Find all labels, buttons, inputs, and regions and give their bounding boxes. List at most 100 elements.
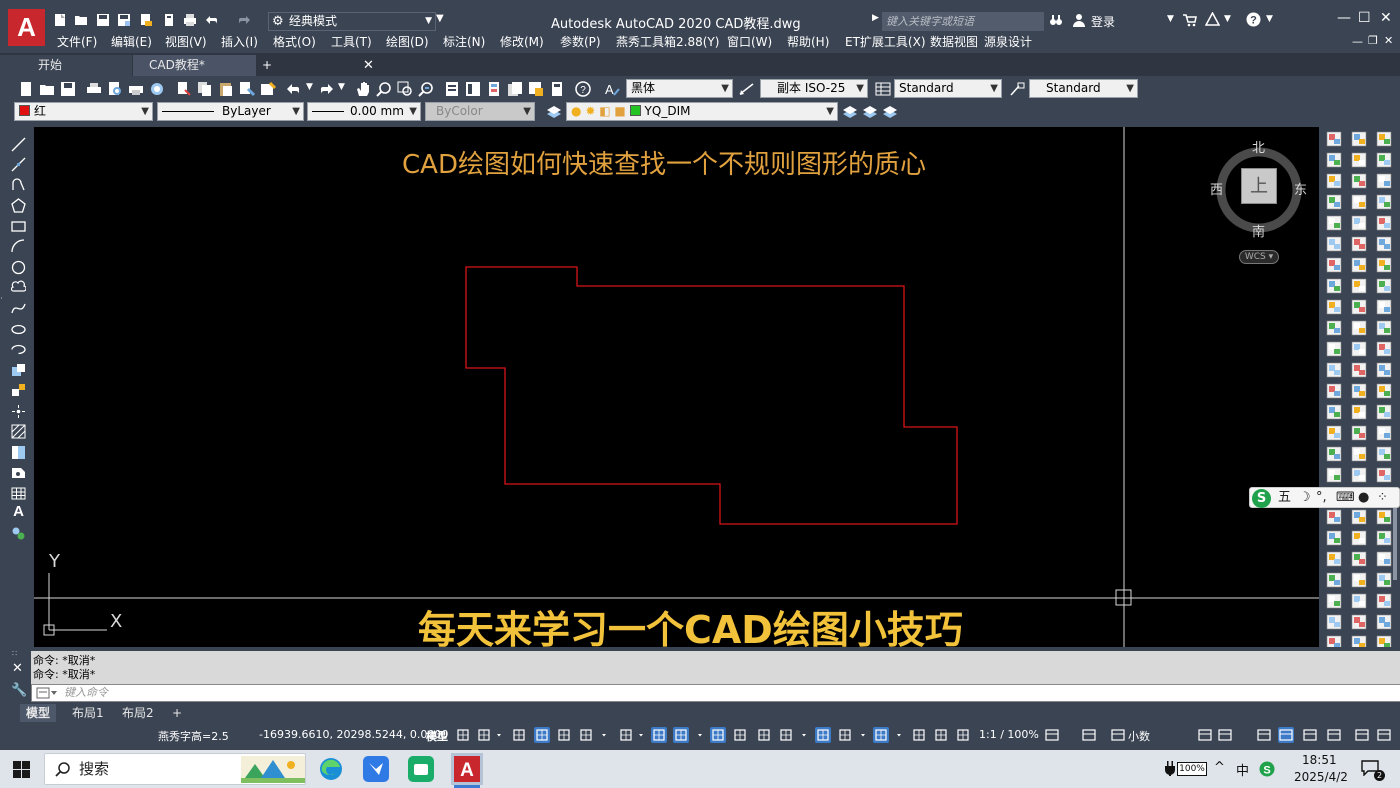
plot-icon[interactable] [139, 13, 153, 27]
save-icon[interactable] [60, 81, 76, 97]
close-window-button[interactable]: ✕ [1380, 10, 1392, 26]
cursor-coordinates[interactable]: -16939.6610, 20298.5244, 0.0000 [259, 728, 448, 741]
plugin-tool-icon[interactable] [1351, 509, 1367, 525]
units-bar-icon[interactable] [1110, 727, 1126, 743]
command-input[interactable]: 键入命令 [31, 684, 1400, 702]
tool-palettes-icon[interactable] [486, 81, 502, 97]
redo-dropdown-icon[interactable]: ▼ [338, 82, 345, 92]
annotation-visibility-icon[interactable] [911, 727, 927, 743]
plugin-tool-icon[interactable] [1351, 551, 1367, 567]
user-icon[interactable]: ● [1358, 488, 1369, 507]
new-file-icon[interactable] [53, 13, 67, 27]
plugin-tool-icon[interactable] [1376, 509, 1392, 525]
match-properties-icon[interactable] [239, 81, 255, 97]
menu-modify[interactable]: 修改(M) [500, 33, 544, 51]
plugin-tool-icon[interactable] [1351, 404, 1367, 420]
keyboard-icon[interactable]: ⌨ [1336, 488, 1355, 507]
plugin-tool-icon[interactable] [1326, 194, 1342, 210]
close-icon[interactable]: ✕ [12, 661, 23, 676]
plugin-tool-icon[interactable] [1376, 635, 1392, 647]
zoom-window-icon[interactable] [397, 81, 413, 97]
tab-start[interactable]: 开始 [0, 55, 132, 76]
ime-mode-label[interactable]: 五 [1278, 488, 1291, 507]
plugin-status-icon[interactable] [1302, 727, 1318, 743]
plugin-tool-icon[interactable] [1351, 299, 1367, 315]
close-tab-button[interactable]: ✕ [363, 55, 374, 76]
gradient-icon[interactable] [11, 445, 26, 460]
punctuation-icon[interactable]: °, [1316, 488, 1327, 507]
construction-line-icon[interactable] [11, 157, 26, 172]
make-object-layer-current-icon[interactable] [842, 104, 858, 120]
plugin-tool-icon[interactable] [1326, 446, 1342, 462]
copy-icon[interactable] [197, 81, 213, 97]
viewcube[interactable]: 北 南 西 东 上 WCS ▾ [1210, 139, 1307, 274]
linetype-dropdown[interactable]: ByLayer ▼ [157, 102, 304, 121]
plugin-tool-icon[interactable] [1326, 509, 1342, 525]
region-icon[interactable] [11, 465, 26, 480]
gizmo-icon[interactable] [873, 727, 889, 743]
plugin-tool-icon[interactable] [1376, 404, 1392, 420]
layer-previous-icon[interactable] [862, 104, 878, 120]
menu-insert[interactable]: 插入(I) [221, 33, 258, 51]
object-snap-tracking-icon[interactable] [651, 727, 667, 743]
spline-icon[interactable] [11, 301, 26, 316]
hatch-icon[interactable] [11, 424, 26, 439]
plugin-tool-icon[interactable] [1351, 131, 1367, 147]
3d-dwf-icon[interactable] [149, 81, 165, 97]
sogou-ime-logo[interactable]: S [1252, 489, 1271, 508]
add-selected-icon[interactable] [11, 526, 26, 541]
new-tab-button[interactable]: + [260, 55, 272, 76]
object-snap-dropdown-icon[interactable] [698, 727, 706, 743]
plugin-tool-icon[interactable] [1351, 572, 1367, 588]
plugin-tool-icon[interactable] [1376, 530, 1392, 546]
infer-constraints-icon[interactable] [511, 727, 527, 743]
polar-dropdown-icon[interactable] [602, 727, 610, 743]
viewcube-top-face[interactable]: 上 [1241, 168, 1277, 204]
undo-dropdown-icon[interactable]: ▼ [306, 82, 313, 92]
zoom-realtime-icon[interactable] [376, 81, 392, 97]
plugin-tool-icon[interactable] [1326, 551, 1342, 567]
rectangle-icon[interactable] [11, 219, 26, 234]
plugin-tool-icon[interactable] [1376, 299, 1392, 315]
color-dropdown[interactable]: 红 ▼ [14, 102, 153, 121]
apps-grid-icon[interactable]: ⁘ [1377, 488, 1388, 507]
plugin-tool-icon[interactable] [1326, 341, 1342, 357]
layer-state-icon[interactable] [882, 104, 898, 120]
plugin-tool-icon[interactable] [1376, 278, 1392, 294]
menu-draw[interactable]: 绘图(D) [386, 33, 429, 51]
redo-icon[interactable] [237, 13, 251, 27]
plugin-tool-icon[interactable] [1351, 194, 1367, 210]
menu-yuanquan-design[interactable]: 源泉设计 [984, 33, 1032, 51]
cart-icon[interactable] [1182, 13, 1197, 27]
add-layout-button[interactable]: + [166, 704, 188, 722]
plugin-tool-icon[interactable] [1376, 320, 1392, 336]
transparency-icon[interactable] [732, 727, 748, 743]
menu-file[interactable]: 文件(F) [57, 33, 97, 51]
plugin-tool-icon[interactable] [1376, 173, 1392, 189]
plugin-tool-icon[interactable] [1326, 425, 1342, 441]
selection-filter-dropdown-icon[interactable] [861, 727, 869, 743]
selection-filter-icon[interactable] [837, 727, 853, 743]
workspace-dropdown[interactable]: ⚙ 经典模式 ▼ [268, 12, 436, 31]
plugin-tool-icon[interactable] [1376, 341, 1392, 357]
help-search-input[interactable]: 键入关键字或短语 [882, 12, 1044, 31]
insert-block-icon[interactable] [11, 363, 26, 378]
table-style-icon[interactable] [875, 81, 891, 97]
undo-icon[interactable] [286, 81, 302, 97]
sheet-set-icon[interactable] [507, 81, 523, 97]
plugin-tool-icon[interactable] [1326, 278, 1342, 294]
menu-express-tools[interactable]: ET扩展工具(X) [845, 33, 926, 51]
plot-preview-icon[interactable] [107, 81, 123, 97]
plugin-tool-icon[interactable] [1326, 299, 1342, 315]
plugin-tool-icon[interactable] [1326, 173, 1342, 189]
menu-dimension[interactable]: 标注(N) [443, 33, 485, 51]
plugin-tool-icon[interactable] [1376, 593, 1392, 609]
menu-data-view[interactable]: 数据视图 [930, 33, 978, 51]
multileader-style-dropdown[interactable]: Standard ▼ [1029, 79, 1138, 98]
selection-cycling-icon[interactable] [756, 727, 772, 743]
hardware-acceleration-icon[interactable] [1278, 727, 1294, 743]
plugin-tool-icon[interactable] [1326, 131, 1342, 147]
customize-qat-icon[interactable]: ▼ [436, 13, 444, 24]
plugin-tool-icon[interactable] [1376, 131, 1392, 147]
clean-screen-icon[interactable] [1326, 727, 1342, 743]
